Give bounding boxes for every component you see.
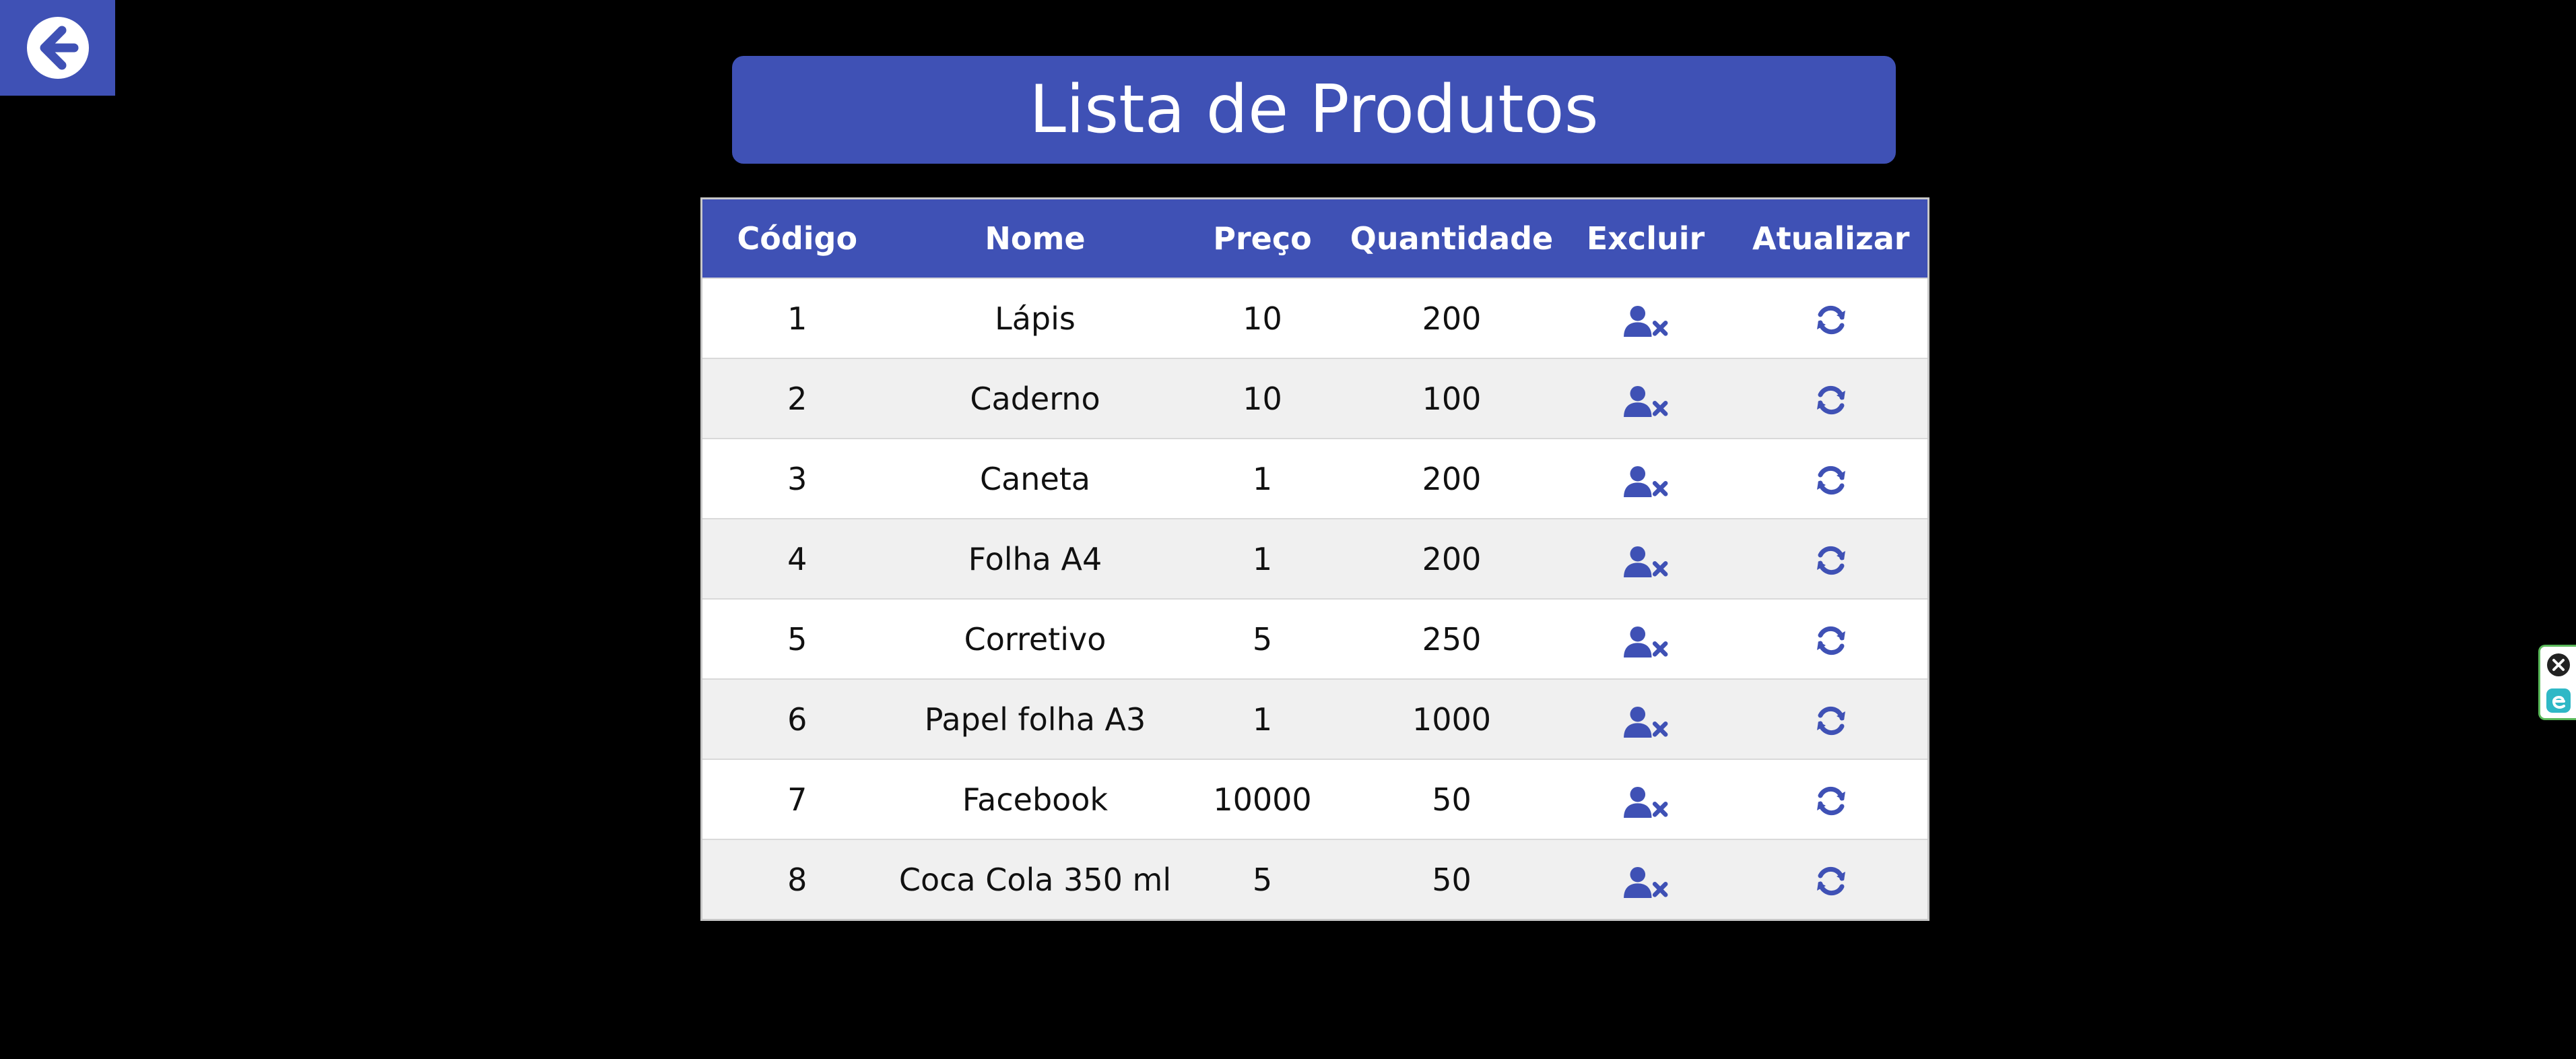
cell-nome: Facebook (892, 759, 1179, 839)
refresh-icon[interactable] (1814, 383, 1848, 417)
cell-quantidade: 200 (1346, 278, 1557, 358)
user-times-icon[interactable] (1623, 626, 1668, 657)
refresh-icon[interactable] (1814, 544, 1848, 577)
cell-atualizar (1734, 759, 1929, 839)
cell-preco: 1 (1178, 438, 1347, 519)
refresh-icon[interactable] (1814, 784, 1848, 818)
cell-excluir (1556, 839, 1735, 920)
cell-excluir (1556, 598, 1735, 679)
cell-quantidade: 200 (1346, 438, 1557, 519)
edge-logo-icon[interactable] (2545, 687, 2572, 714)
cell-quantidade: 200 (1346, 518, 1557, 599)
cell-excluir (1556, 278, 1735, 358)
column-header-quantidade: Quantidade (1346, 198, 1557, 278)
cell-preco: 5 (1178, 839, 1347, 920)
table-row: 6 Papel folha A3 1 1000 (701, 678, 1929, 759)
cell-nome: Corretivo (892, 598, 1179, 679)
user-times-icon[interactable] (1623, 305, 1668, 337)
cell-nome: Caderno (892, 358, 1179, 439)
cell-atualizar (1734, 678, 1929, 759)
cell-preco: 10000 (1178, 759, 1347, 839)
cell-preco: 10 (1178, 278, 1347, 358)
table-row: 2 Caderno 10 100 (701, 358, 1929, 439)
cell-codigo: 6 (701, 678, 892, 759)
column-header-atualizar: Atualizar (1734, 198, 1929, 278)
cell-preco: 1 (1178, 678, 1347, 759)
table-row: 7 Facebook 10000 50 (701, 759, 1929, 839)
table-row: 8 Coca Cola 350 ml 5 50 (701, 839, 1929, 920)
table-row: 4 Folha A4 1 200 (701, 518, 1929, 599)
cell-excluir (1556, 518, 1735, 599)
table-row: 1 Lápis 10 200 (701, 278, 1929, 358)
cell-preco: 5 (1178, 598, 1347, 679)
cell-nome: Lápis (892, 278, 1179, 358)
cell-codigo: 2 (701, 358, 892, 439)
cell-atualizar (1734, 598, 1929, 679)
cell-atualizar (1734, 358, 1929, 439)
close-circle-icon[interactable] (2545, 651, 2572, 678)
refresh-icon[interactable] (1814, 624, 1848, 657)
cell-codigo: 5 (701, 598, 892, 679)
cell-codigo: 1 (701, 278, 892, 358)
cell-excluir (1556, 358, 1735, 439)
cell-atualizar (1734, 839, 1929, 920)
cell-atualizar (1734, 278, 1929, 358)
cell-excluir (1556, 438, 1735, 519)
column-header-excluir: Excluir (1556, 198, 1735, 278)
cell-codigo: 7 (701, 759, 892, 839)
user-times-icon[interactable] (1623, 546, 1668, 577)
refresh-icon[interactable] (1814, 463, 1848, 497)
back-button[interactable] (0, 0, 115, 96)
column-header-codigo: Código (701, 198, 892, 278)
side-widget (2538, 645, 2576, 720)
user-times-icon[interactable] (1623, 786, 1668, 818)
table-row: 3 Caneta 1 200 (701, 438, 1929, 519)
cell-excluir (1556, 759, 1735, 839)
cell-quantidade: 50 (1346, 839, 1557, 920)
page-title: Lista de Produtos (1029, 71, 1599, 148)
cell-excluir (1556, 678, 1735, 759)
user-times-icon[interactable] (1623, 866, 1668, 898)
page-title-bar: Lista de Produtos (732, 56, 1896, 164)
user-times-icon[interactable] (1623, 385, 1668, 417)
cell-atualizar (1734, 518, 1929, 599)
cell-nome: Coca Cola 350 ml (892, 839, 1179, 920)
cell-quantidade: 100 (1346, 358, 1557, 439)
cell-nome: Folha A4 (892, 518, 1179, 599)
table-row: 5 Corretivo 5 250 (701, 598, 1929, 679)
cell-codigo: 3 (701, 438, 892, 519)
arrow-left-circle-icon (24, 14, 92, 82)
column-header-preco: Preço (1178, 198, 1347, 278)
refresh-icon[interactable] (1814, 864, 1848, 898)
cell-preco: 1 (1178, 518, 1347, 599)
refresh-icon[interactable] (1814, 704, 1848, 738)
table-header-row: Código Nome Preço Quantidade Excluir Atu… (701, 198, 1929, 278)
cell-codigo: 4 (701, 518, 892, 599)
cell-quantidade: 50 (1346, 759, 1557, 839)
cell-nome: Caneta (892, 438, 1179, 519)
products-table: Código Nome Preço Quantidade Excluir Atu… (700, 197, 1929, 921)
cell-nome: Papel folha A3 (892, 678, 1179, 759)
cell-quantidade: 250 (1346, 598, 1557, 679)
refresh-icon[interactable] (1814, 303, 1848, 337)
user-times-icon[interactable] (1623, 706, 1668, 738)
user-times-icon[interactable] (1623, 466, 1668, 497)
column-header-nome: Nome (892, 198, 1179, 278)
cell-preco: 10 (1178, 358, 1347, 439)
cell-codigo: 8 (701, 839, 892, 920)
cell-atualizar (1734, 438, 1929, 519)
cell-quantidade: 1000 (1346, 678, 1557, 759)
